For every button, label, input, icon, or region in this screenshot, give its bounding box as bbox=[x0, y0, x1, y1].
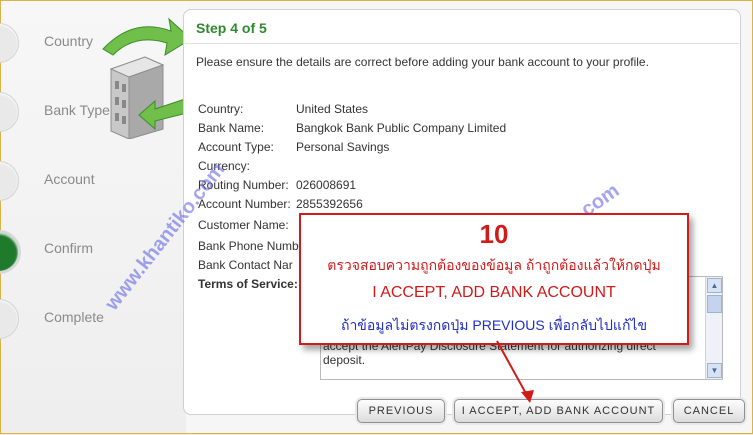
detail-value: Personal Savings bbox=[296, 140, 390, 154]
accept-add-bank-button[interactable]: I ACCEPT, ADD BANK ACCOUNT bbox=[454, 399, 663, 423]
step-account: Account bbox=[0, 161, 181, 201]
detail-value: Bangkok Bank Public Company Limited bbox=[296, 121, 507, 135]
step-circle bbox=[0, 161, 19, 201]
step-circle bbox=[0, 299, 19, 339]
step-label: Account bbox=[44, 171, 95, 187]
scroll-thumb[interactable] bbox=[707, 295, 722, 313]
detail-row: Bank Name: Bangkok Bank Public Company Li… bbox=[198, 121, 506, 135]
detail-row: Account Type: Personal Savings bbox=[198, 140, 389, 154]
detail-label: Account Number: bbox=[198, 197, 291, 211]
detail-label: Country: bbox=[198, 102, 244, 116]
scroll-up-icon[interactable]: ▲ bbox=[707, 278, 722, 293]
step-label: Country bbox=[44, 33, 94, 49]
step-label: Confirm bbox=[44, 240, 94, 256]
step-circle bbox=[0, 23, 19, 63]
callout-line-3: ถ้าข้อมูลไม่ตรงกดปุ่ม PREVIOUS เพื่อกลับ… bbox=[340, 317, 648, 333]
previous-button[interactable]: PREVIOUS bbox=[357, 399, 445, 423]
step-label: Complete bbox=[44, 309, 104, 325]
terms-scrollbar[interactable]: ▲ ▼ bbox=[705, 277, 722, 379]
confirm-card: Step 4 of 5 Please ensure the details ar… bbox=[183, 9, 741, 415]
bank-transfer-illustration bbox=[102, 17, 192, 139]
divider bbox=[185, 43, 739, 44]
step-circle-active bbox=[0, 230, 21, 274]
detail-label: Bank Name: bbox=[198, 121, 265, 135]
detail-value: United States bbox=[296, 102, 369, 116]
step-circle bbox=[0, 92, 19, 132]
detail-row: Bank Phone Numb bbox=[198, 239, 299, 253]
page-title: Step 4 of 5 bbox=[196, 20, 267, 36]
detail-value: 026008691 bbox=[296, 178, 357, 192]
terms-label: Terms of Service: bbox=[198, 277, 298, 291]
window-frame: Country Bank Type Account Confirm Comple… bbox=[0, 0, 753, 434]
instruction-callout: 10 ตรวจสอบความถูกต้องของข้อมูล ถ้าถูกต้อ… bbox=[299, 213, 689, 345]
callout-line-2: I ACCEPT, ADD BANK ACCOUNT bbox=[372, 284, 616, 301]
detail-label: Bank Phone Numb bbox=[198, 239, 299, 253]
cancel-button[interactable]: CANCEL bbox=[673, 399, 745, 423]
detail-row: Account Number: 2855392656 bbox=[198, 197, 363, 211]
detail-row: Customer Name: bbox=[198, 218, 289, 232]
detail-value: 2855392656 bbox=[296, 197, 363, 211]
step-complete: Complete bbox=[0, 299, 181, 339]
detail-label: Account Type: bbox=[198, 140, 274, 154]
detail-row: Bank Contact Nar bbox=[198, 258, 293, 272]
callout-step-number: 10 bbox=[479, 219, 509, 249]
callout-line-1: ตรวจสอบความถูกต้องของข้อมูล ถ้าถูกต้องแล… bbox=[327, 257, 661, 273]
detail-row: Country: United States bbox=[198, 102, 368, 116]
intro-text: Please ensure the details are correct be… bbox=[196, 55, 649, 69]
detail-label: Bank Contact Nar bbox=[198, 258, 293, 272]
detail-label: Customer Name: bbox=[198, 218, 289, 232]
scroll-down-icon[interactable]: ▼ bbox=[707, 363, 722, 378]
